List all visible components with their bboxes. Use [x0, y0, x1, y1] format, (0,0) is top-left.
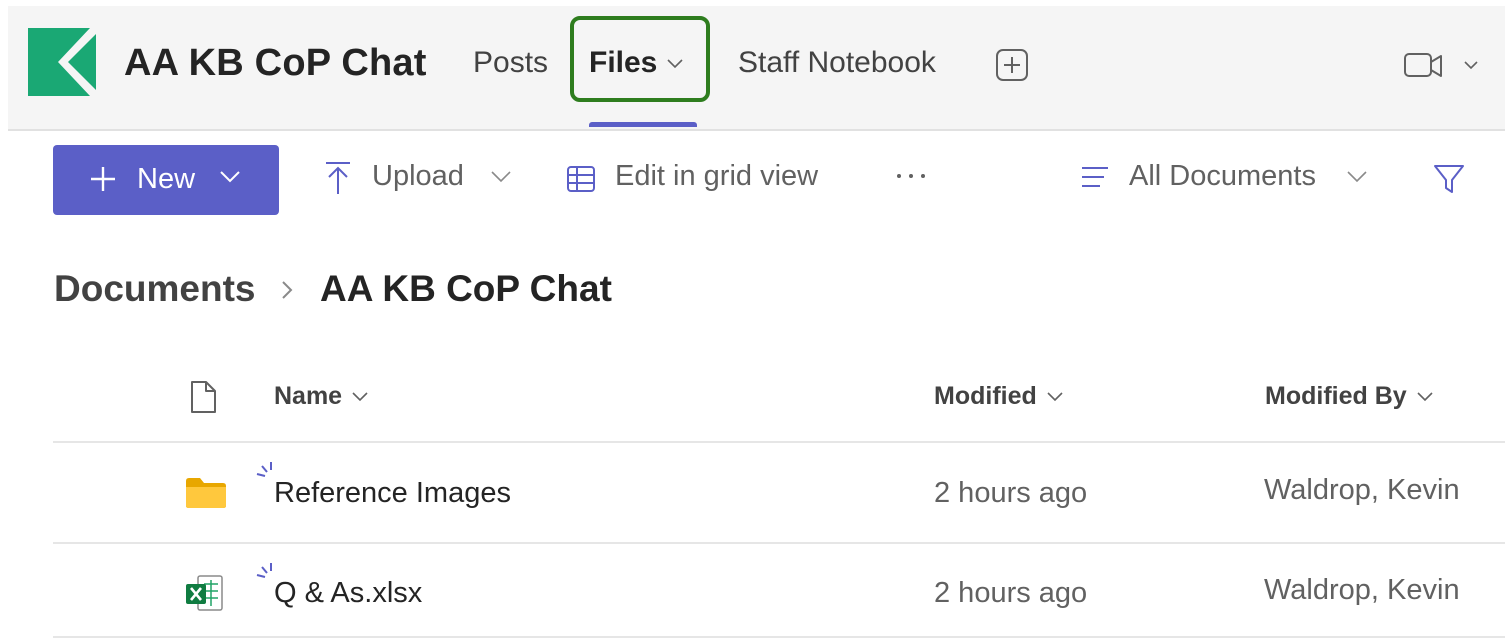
- chevron-down-icon[interactable]: [490, 170, 512, 184]
- breadcrumb-current: AA KB CoP Chat: [320, 268, 612, 309]
- chevron-down-icon[interactable]: [1346, 170, 1368, 184]
- team-title: AA KB CoP Chat: [124, 42, 427, 84]
- team-logo-icon: [28, 28, 96, 96]
- row-modified-by: Waldrop, Kevin: [1264, 574, 1460, 606]
- column-header-name[interactable]: Name: [274, 382, 368, 411]
- new-button-label: New: [137, 163, 196, 195]
- chevron-right-icon: [282, 281, 293, 299]
- files-tab-highlight: [570, 16, 710, 102]
- tab-posts[interactable]: Posts: [473, 46, 548, 80]
- chevron-down-icon: [1417, 392, 1433, 402]
- chevron-down-icon: [220, 171, 240, 183]
- row-divider: [53, 441, 1505, 443]
- column-header-modified-by[interactable]: Modified By: [1265, 382, 1433, 411]
- plus-icon: [91, 167, 115, 191]
- chevron-down-icon: [352, 392, 368, 402]
- filter-icon[interactable]: [1432, 162, 1466, 196]
- video-camera-icon[interactable]: [1403, 48, 1483, 84]
- edit-grid-view-button[interactable]: Edit in grid view: [615, 160, 818, 193]
- file-type-icon: [191, 381, 216, 413]
- row-name-link[interactable]: Q & As.xlsx: [274, 577, 422, 610]
- new-button[interactable]: New: [53, 145, 279, 215]
- team-header: AA KB CoP Chat Posts Files Staff Noteboo…: [8, 6, 1505, 131]
- folder-icon: [186, 478, 226, 508]
- column-header-modified-label: Modified: [934, 382, 1037, 410]
- view-selector[interactable]: All Documents: [1129, 160, 1316, 193]
- column-header-modified[interactable]: Modified: [934, 382, 1063, 411]
- row-divider: [53, 636, 1505, 638]
- row-modified: 2 hours ago: [934, 577, 1088, 609]
- column-header-modified-by-label: Modified By: [1265, 382, 1407, 410]
- upload-icon: [326, 162, 350, 194]
- excel-file-icon: [186, 575, 223, 611]
- more-icon[interactable]: [894, 166, 928, 186]
- chevron-down-icon: [1047, 392, 1063, 402]
- column-header-name-label: Name: [274, 382, 343, 410]
- add-tab-icon[interactable]: [995, 48, 1029, 82]
- breadcrumb-documents[interactable]: Documents: [54, 268, 255, 310]
- view-lines-icon: [1082, 167, 1108, 187]
- grid-icon: [567, 166, 595, 192]
- upload-button[interactable]: Upload: [372, 160, 464, 193]
- active-tab-indicator: [589, 122, 697, 127]
- row-modified: 2 hours ago: [934, 477, 1088, 509]
- row-divider: [53, 542, 1505, 544]
- row-name-link[interactable]: Reference Images: [274, 477, 511, 510]
- row-modified-by: Waldrop, Kevin: [1264, 474, 1460, 506]
- tab-staff-notebook[interactable]: Staff Notebook: [738, 46, 936, 80]
